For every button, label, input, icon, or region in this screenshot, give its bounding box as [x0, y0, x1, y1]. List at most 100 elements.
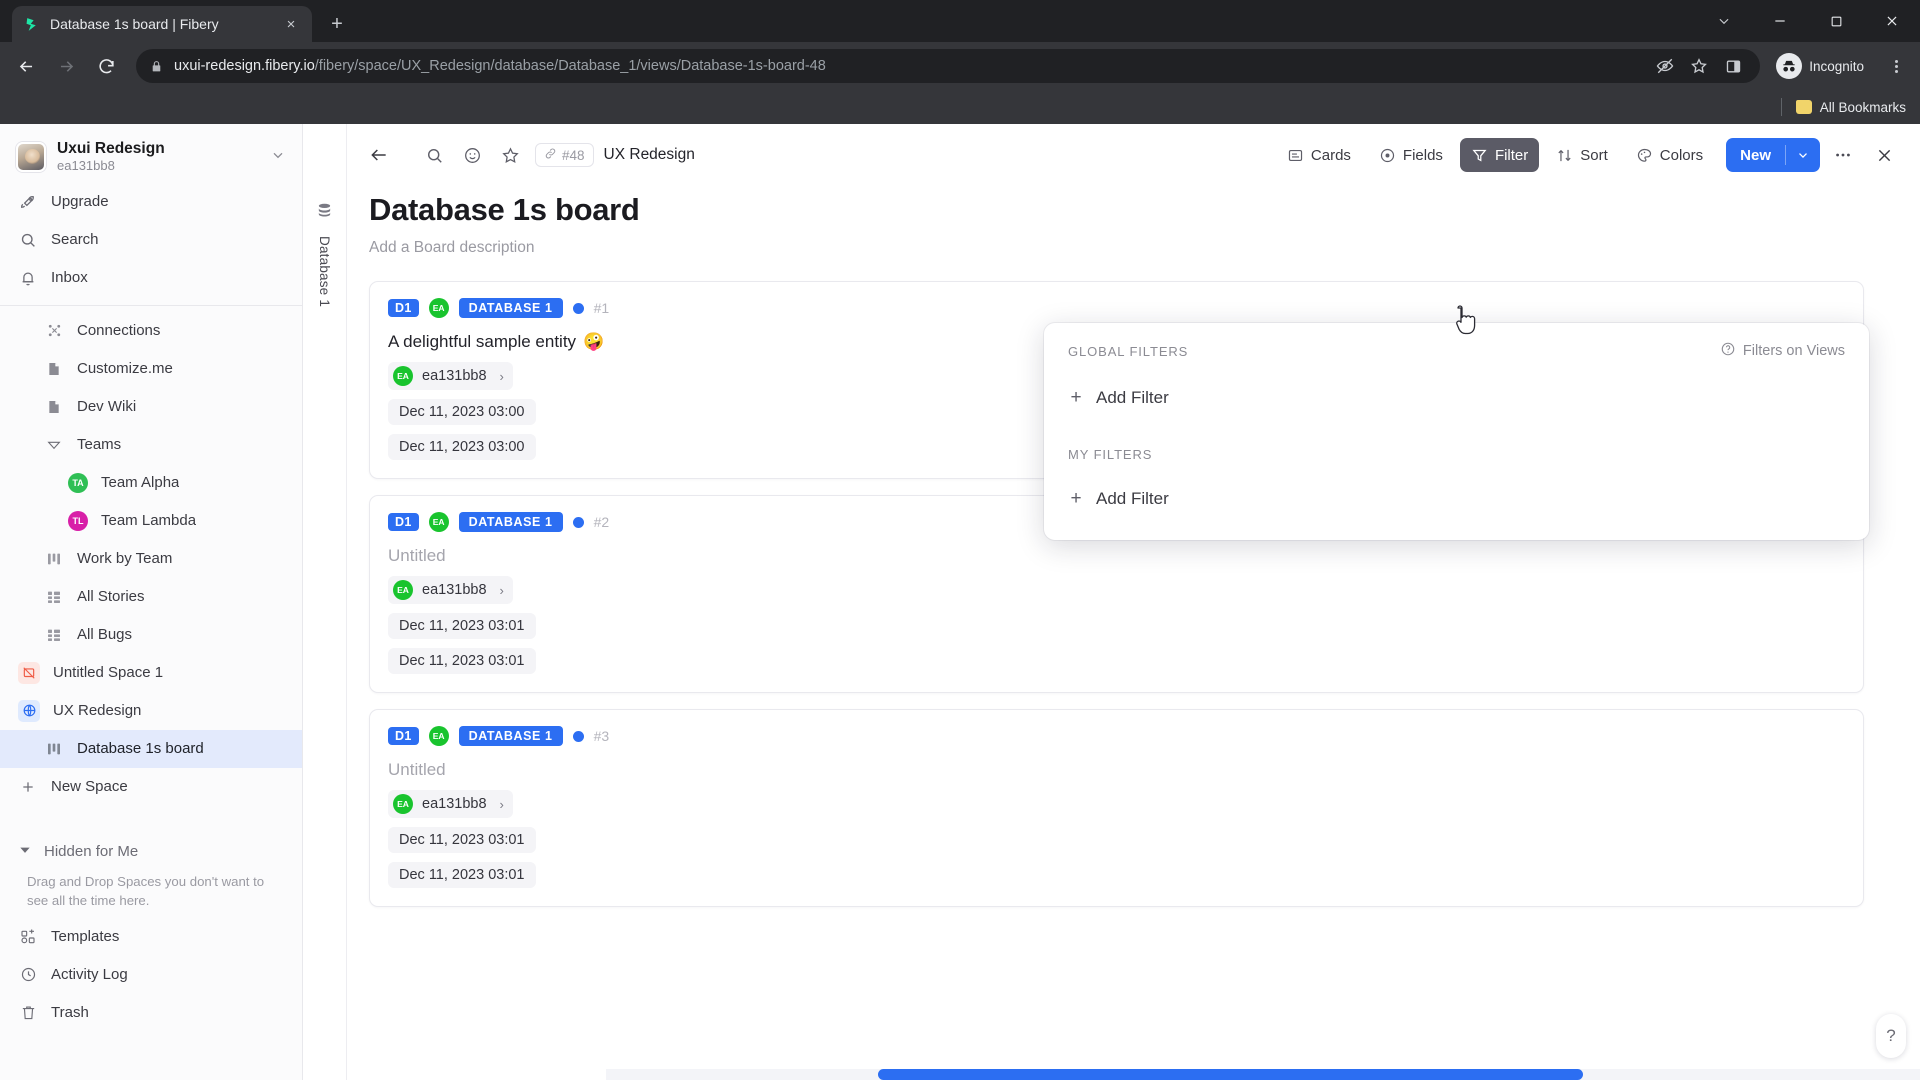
filters-on-views-link[interactable]: Filters on Views: [1720, 341, 1845, 361]
sidebar-item-all-bugs[interactable]: All Bugs: [0, 616, 302, 654]
add-global-filter-button[interactable]: + Add Filter: [1068, 383, 1845, 413]
card-owner-name: ea131bb8: [422, 796, 487, 812]
chevron-collapse-icon[interactable]: [44, 437, 64, 453]
card-database-badge[interactable]: DATABASE 1: [458, 726, 563, 746]
help-button[interactable]: ?: [1876, 1014, 1906, 1058]
card-dates: Dec 11, 2023 03:01 Dec 11, 2023 03:01: [388, 818, 1845, 888]
breadcrumb[interactable]: UX Redesign: [604, 146, 695, 164]
sidebar-item-label: Search: [51, 231, 99, 249]
divider: [0, 304, 302, 306]
browser-menu-button[interactable]: [1880, 50, 1912, 82]
maximize-icon[interactable]: [1808, 0, 1864, 42]
card-database-badge[interactable]: DATABASE 1: [458, 298, 563, 318]
card-database-badge[interactable]: DATABASE 1: [458, 512, 563, 532]
card-title[interactable]: Untitled: [388, 546, 1845, 566]
sidebar-item-templates[interactable]: Templates: [0, 918, 302, 956]
browser-tab[interactable]: Database 1s board | Fibery ×: [12, 6, 312, 42]
star-icon[interactable]: [493, 138, 527, 172]
card-owner-chip[interactable]: EA ea131bb8 ›: [388, 362, 513, 390]
database-icon[interactable]: [316, 202, 333, 224]
card-tag[interactable]: D1: [388, 727, 419, 745]
card-date[interactable]: Dec 11, 2023 03:01: [388, 862, 536, 888]
card-tag[interactable]: D1: [388, 299, 419, 317]
sort-button[interactable]: Sort: [1545, 138, 1619, 172]
card-date[interactable]: Dec 11, 2023 03:01: [388, 827, 536, 853]
sidebar-item-activity-log[interactable]: Activity Log: [0, 956, 302, 994]
card-date[interactable]: Dec 11, 2023 03:01: [388, 613, 536, 639]
search-icon[interactable]: [417, 138, 451, 172]
sidebar-item-untitled-space-1[interactable]: Untitled Space 1: [0, 654, 302, 692]
filter-popover: GLOBAL FILTERS Filters on Views + Add Fi…: [1044, 323, 1869, 540]
card-owner-chip[interactable]: EA ea131bb8 ›: [388, 790, 513, 818]
star-icon[interactable]: [1684, 51, 1714, 81]
horizontal-scrollbar-thumb[interactable]: [878, 1069, 1583, 1080]
card-tag[interactable]: D1: [388, 513, 419, 531]
chevron-right-icon[interactable]: ›: [500, 583, 504, 598]
sidebar-item-team-alpha[interactable]: TA Team Alpha: [0, 464, 302, 502]
chevron-right-icon[interactable]: ›: [500, 797, 504, 812]
close-icon[interactable]: ×: [280, 13, 302, 35]
sidebar-item-all-stories[interactable]: All Stories: [0, 578, 302, 616]
chevron-down-icon[interactable]: [1696, 0, 1752, 42]
forward-button[interactable]: [48, 48, 84, 84]
workspace-switcher[interactable]: Uxui Redesign ea131bb8: [0, 134, 302, 183]
tab-title: Database 1s board | Fibery: [50, 16, 219, 32]
all-bookmarks-label[interactable]: All Bookmarks: [1820, 100, 1906, 115]
more-dots-icon[interactable]: [1826, 138, 1860, 172]
address-bar[interactable]: uxui-redesign.fibery.io/fibery/space/UX_…: [136, 49, 1761, 83]
emoji-icon[interactable]: [455, 138, 489, 172]
sidebar-item-team-lambda[interactable]: TL Team Lambda: [0, 502, 302, 540]
card-title[interactable]: Untitled: [388, 760, 1845, 780]
sidebar-item-connections[interactable]: Connections: [0, 312, 302, 350]
close-view-icon[interactable]: [1866, 138, 1902, 172]
fibery-app: Uxui Redesign ea131bb8 Upgrade Search In…: [0, 124, 1920, 1080]
board-description-placeholder[interactable]: Add a Board description: [369, 239, 1920, 257]
browser-toolbar: uxui-redesign.fibery.io/fibery/space/UX_…: [0, 42, 1920, 90]
sidebar-item-inbox[interactable]: Inbox: [0, 259, 302, 297]
rail-label[interactable]: Database 1: [317, 236, 332, 307]
sidebar-item-upgrade[interactable]: Upgrade: [0, 183, 302, 221]
new-button[interactable]: New: [1726, 138, 1820, 172]
sidebar-item-teams[interactable]: Teams: [0, 426, 302, 464]
cards-button[interactable]: Cards: [1276, 138, 1362, 172]
hidden-for-me-header[interactable]: Hidden for Me: [0, 834, 302, 870]
sidebar-item-label: New Space: [51, 778, 128, 796]
avatar: [16, 142, 46, 173]
reload-button[interactable]: [88, 48, 124, 84]
sidebar-item-ux-redesign[interactable]: UX Redesign: [0, 692, 302, 730]
back-button[interactable]: [8, 48, 44, 84]
avatar: EA: [428, 726, 449, 746]
chevron-down-icon[interactable]: [268, 147, 288, 168]
card-date[interactable]: Dec 11, 2023 03:00: [388, 399, 536, 425]
board-header: Database 1s board Add a Board descriptio…: [347, 186, 1920, 257]
sidebar-item-devwiki[interactable]: Dev Wiki: [0, 388, 302, 426]
card-date[interactable]: Dec 11, 2023 03:00: [388, 434, 536, 460]
sidebar-item-search[interactable]: Search: [0, 221, 302, 259]
side-panel-icon[interactable]: [1718, 51, 1748, 81]
new-tab-button[interactable]: +: [320, 7, 354, 41]
fields-button[interactable]: Fields: [1368, 138, 1454, 172]
incognito-profile-button[interactable]: Incognito: [1772, 50, 1876, 82]
sidebar-item-work-by-team[interactable]: Work by Team: [0, 540, 302, 578]
add-my-filter-button[interactable]: + Add Filter: [1068, 484, 1845, 514]
card-date[interactable]: Dec 11, 2023 03:01: [388, 648, 536, 674]
avatar: EA: [428, 512, 449, 532]
board-card[interactable]: D1 EA DATABASE 1 #3 Untitled EA ea131bb8…: [369, 709, 1864, 907]
sidebar-item-customizeme[interactable]: Customize.me: [0, 350, 302, 388]
close-icon[interactable]: [1864, 0, 1920, 42]
eye-slash-icon[interactable]: [1650, 51, 1680, 81]
entity-id-pill[interactable]: #48: [535, 143, 594, 167]
templates-icon: [18, 929, 38, 945]
chevron-right-icon[interactable]: ›: [500, 369, 504, 384]
chevron-down-icon[interactable]: [1786, 148, 1820, 162]
back-arrow-icon[interactable]: [359, 138, 399, 172]
colors-button[interactable]: Colors: [1625, 138, 1714, 172]
sidebar-item-new-space[interactable]: New Space: [0, 768, 302, 806]
page-title[interactable]: Database 1s board: [369, 192, 1920, 228]
cards-icon: [1287, 147, 1304, 164]
card-owner-chip[interactable]: EA ea131bb8 ›: [388, 576, 513, 604]
sidebar-item-database-1s-board[interactable]: Database 1s board: [0, 729, 302, 768]
minimize-icon[interactable]: [1752, 0, 1808, 42]
sidebar-item-trash[interactable]: Trash: [0, 994, 302, 1032]
filter-button[interactable]: Filter: [1459, 138, 1540, 172]
